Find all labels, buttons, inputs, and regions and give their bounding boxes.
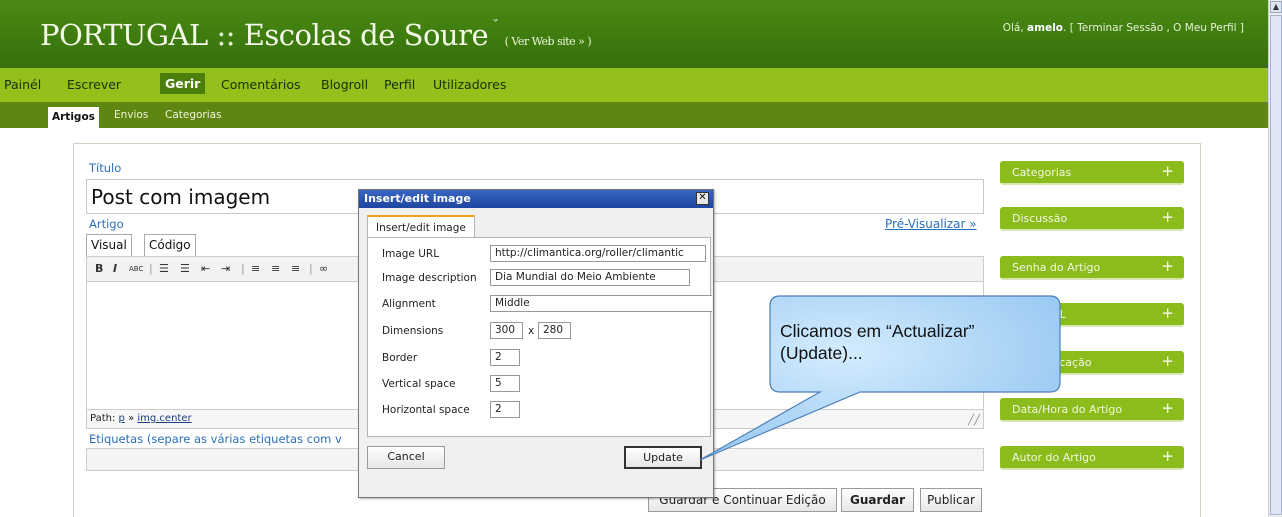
dimensions-label: Dimensions [382,325,444,337]
plus-icon[interactable]: + [1161,162,1174,180]
indent-icon[interactable]: ⇥ [221,262,230,275]
title-label: Título [89,161,122,175]
nav-comentarios[interactable]: Comentários [221,77,301,92]
border-input[interactable]: 2 [490,349,520,366]
resize-handle-icon[interactable]: ╱╱ [968,415,980,426]
user-links[interactable]: . [ Terminar Sessão , O Meu Perfil ] [1063,22,1244,34]
callout-line-2: (Update)... [780,343,863,363]
align-left-icon[interactable]: ≡ [251,262,260,275]
main-nav: Painél Escrever Gerir Comentários Blogro… [0,68,1268,102]
subnav-categorias[interactable]: Categorias [165,109,222,121]
plus-icon[interactable]: + [1161,304,1174,322]
insert-image-dialog: Insert/edit image ✕ Insert/edit image Im… [358,189,714,498]
horizontal-space-label: Horizontal space [382,404,470,416]
content-label: Artigo [89,217,124,231]
toolbar-separator: | [241,262,245,275]
bullet-list-icon[interactable]: ☰ [159,262,169,275]
align-center-icon[interactable]: ≡ [271,262,280,275]
update-button[interactable]: Update [624,446,702,469]
sidebar-box-label: Discussão [1012,212,1068,225]
plus-icon[interactable]: + [1161,447,1174,465]
nav-utilizadores[interactable]: Utilizadores [433,77,506,92]
sidebar-box-label: Autor do Artigo [1012,451,1096,464]
username: amelo [1027,22,1064,34]
image-url-input[interactable]: http://climantica.org/roller/climantic [490,245,706,262]
plus-icon[interactable]: + [1161,208,1174,226]
tags-label: Etiquetas (separe as várias etiquetas co… [89,432,342,446]
callout-text: Clicamos em “Actualizar” (Update)... [780,320,1050,364]
chevron-down-icon[interactable]: ˇ [492,18,499,34]
border-label: Border [382,352,418,364]
image-description-input[interactable]: Dia Mundial do Meio Ambiente [490,269,690,286]
close-icon[interactable]: ✕ [696,192,709,205]
cancel-button[interactable]: Cancel [367,446,445,469]
dialog-panel: Image URL http://climantica.org/roller/c… [367,237,712,437]
scrollbar[interactable]: ▲ [1268,0,1282,517]
plus-icon[interactable]: + [1161,257,1174,275]
greeting: Olá, [1002,22,1024,34]
plus-icon[interactable]: + [1161,352,1174,370]
bold-icon[interactable]: B [95,262,103,275]
alignment-select[interactable]: Middle [490,295,712,312]
sidebar-box-label: Categorias [1012,166,1072,179]
nav-perfil[interactable]: Perfil [384,77,415,92]
italic-icon[interactable]: I [113,262,117,275]
sidebar-box-autor[interactable]: Autor do Artigo + [1000,446,1184,470]
dimension-separator: x [528,325,535,337]
align-right-icon[interactable]: ≡ [291,262,300,275]
nav-blogroll[interactable]: Blogroll [321,77,368,92]
vertical-space-input[interactable]: 5 [490,375,520,392]
link-icon[interactable]: ∞ [319,262,328,275]
toolbar-separator: | [309,262,313,275]
tab-insert-edit-image[interactable]: Insert/edit image [367,215,475,238]
header-bar: PORTUGAL :: Escolas de Soure ˇ( Ver Web s… [0,0,1268,68]
scroll-thumb[interactable] [1270,15,1282,515]
height-input[interactable]: 280 [538,322,571,339]
plus-icon[interactable]: + [1161,399,1174,417]
sidebar-box-label: Senha do Artigo [1012,261,1101,274]
image-description-label: Image description [382,272,477,284]
outdent-icon[interactable]: ⇤ [201,262,210,275]
nav-gerir[interactable]: Gerir [160,73,206,94]
path-separator: » [128,413,135,424]
sidebar-box-senha[interactable]: Senha do Artigo + [1000,256,1184,280]
subnav-artigos[interactable]: Artigos [48,107,99,128]
alignment-label: Alignment [382,298,436,310]
nav-painel[interactable]: Painél [4,77,41,92]
sidebar-box-discussao[interactable]: Discussão + [1000,207,1184,231]
site-title-text: PORTUGAL :: Escolas de Soure [40,18,489,52]
strikethrough-icon[interactable]: ABC [129,265,143,273]
save-button[interactable]: Guardar [841,488,914,512]
tab-visual[interactable]: Visual [86,234,132,256]
view-site-link[interactable]: ( Ver Web site » ) [505,35,592,48]
width-input[interactable]: 300 [490,322,523,339]
horizontal-space-input[interactable]: 2 [490,401,520,418]
toolbar-separator: | [149,262,153,275]
callout-line-1: Clicamos em “Actualizar” [780,321,975,341]
numbered-list-icon[interactable]: ☰ [180,262,190,275]
sidebar-box-label: Data/Hora do Artigo [1012,403,1123,416]
path-img[interactable]: img.center [137,413,191,424]
nav-escrever[interactable]: Escrever [67,77,121,92]
sub-nav: Artigos Envios Categorias [0,102,1268,128]
scroll-up-arrow-icon[interactable]: ▲ [1270,1,1282,13]
tab-code[interactable]: Código [144,234,196,256]
site-title[interactable]: PORTUGAL :: Escolas de Soure ˇ( Ver Web s… [40,18,592,52]
sidebar-box-data-hora[interactable]: Data/Hora do Artigo + [1000,398,1184,422]
image-url-label: Image URL [382,248,440,260]
path-p[interactable]: p [119,413,125,424]
vertical-space-label: Vertical space [382,378,456,390]
path-label: Path: [90,413,116,424]
preview-link[interactable]: Pré-Visualizar » [885,217,977,231]
sidebar-box-categorias[interactable]: Categorias + [1000,161,1184,185]
subnav-envios[interactable]: Envios [114,109,148,121]
publish-button[interactable]: Publicar [920,488,982,512]
dialog-title[interactable]: Insert/edit image [359,190,713,208]
user-bar: Olá, amelo. [ Terminar Sessão , O Meu Pe… [1003,22,1244,34]
